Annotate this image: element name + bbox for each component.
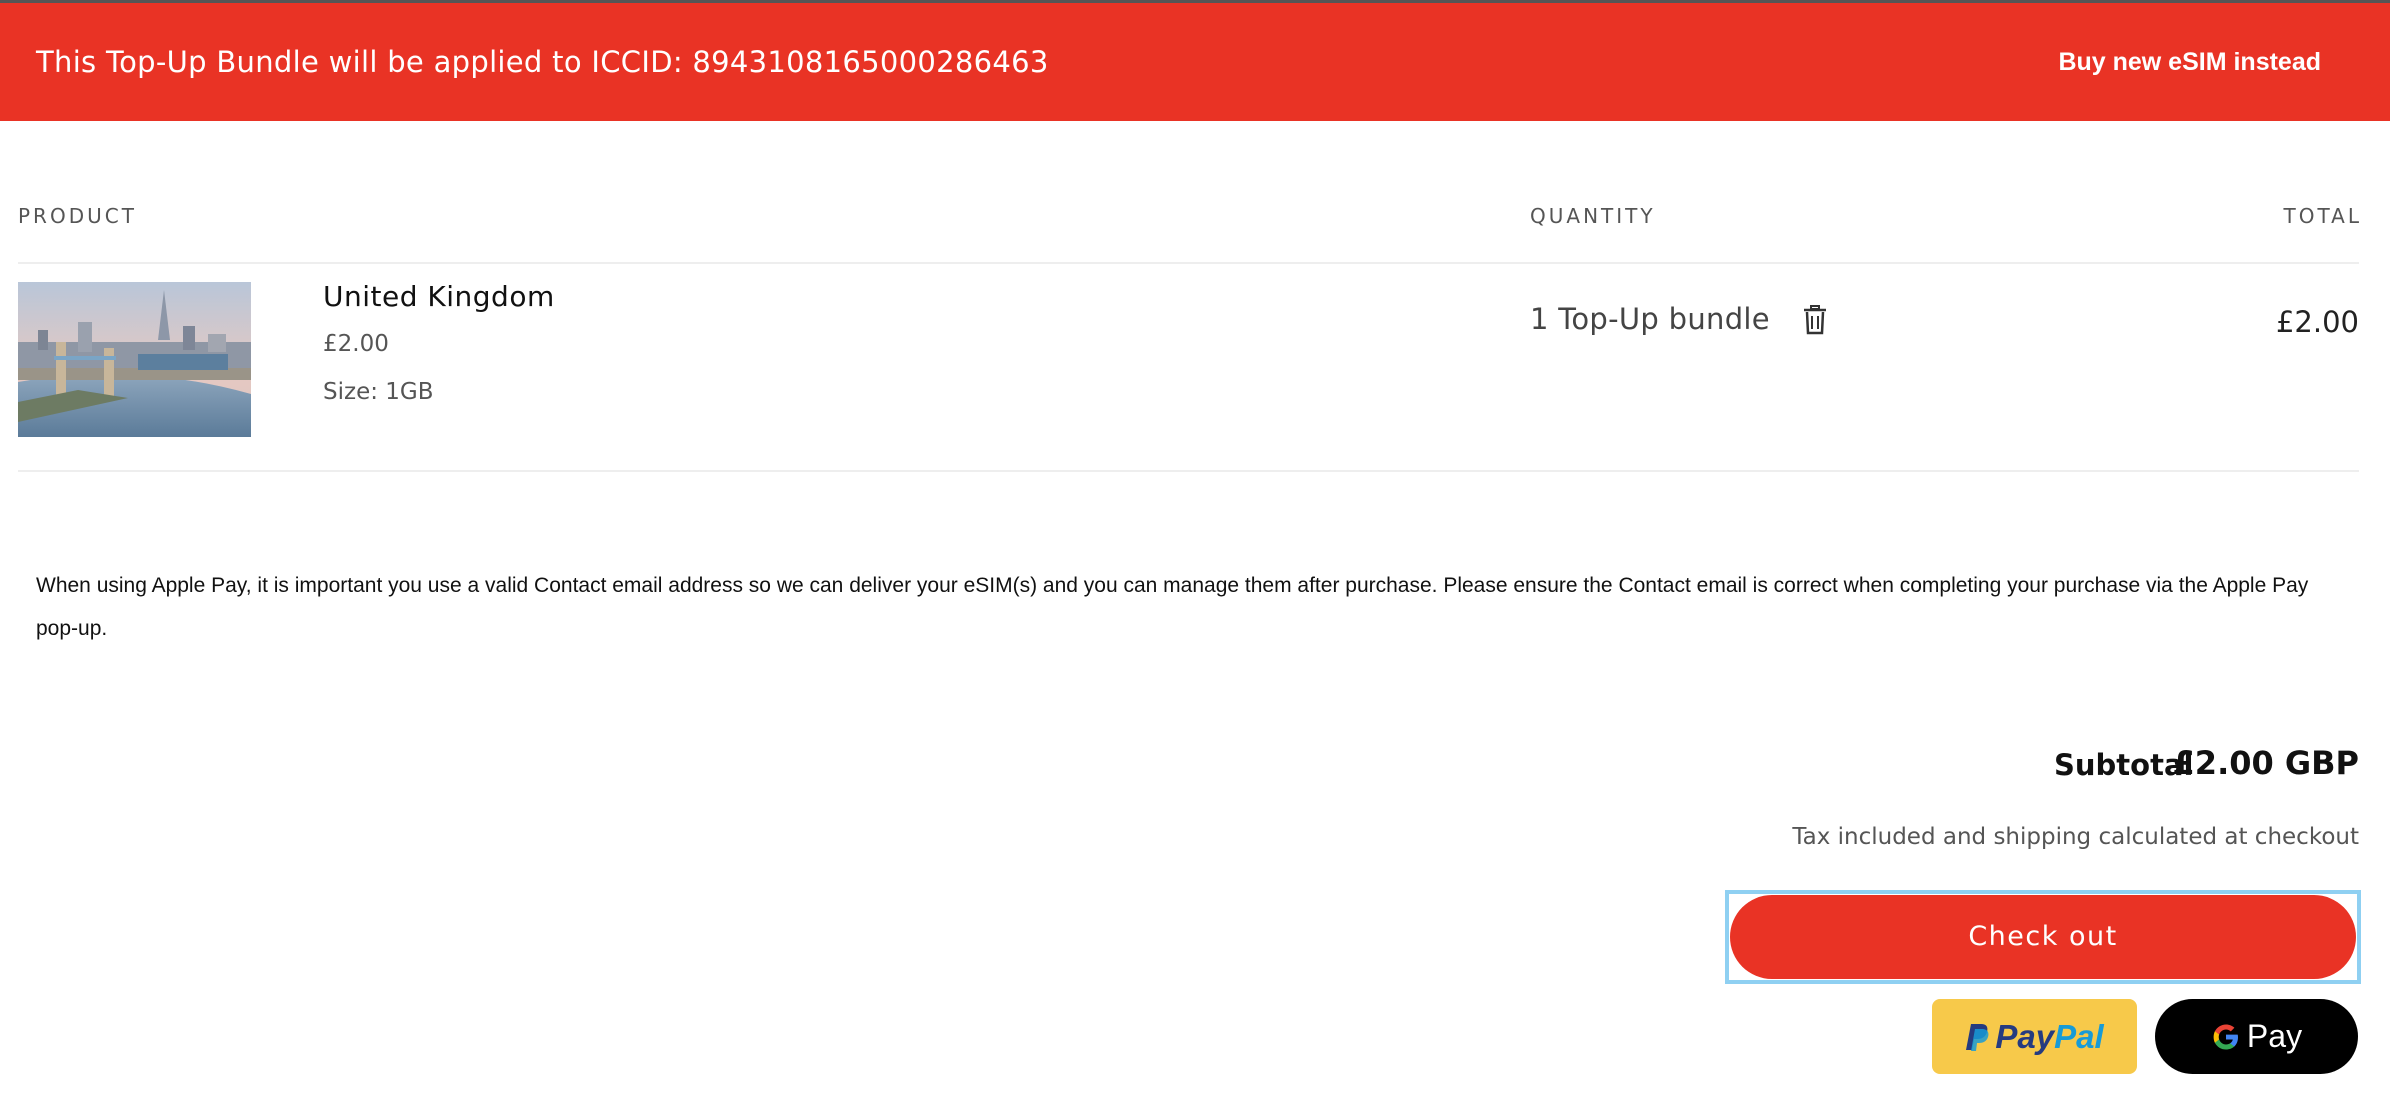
topup-banner: This Top-Up Bundle will be applied to IC… bbox=[0, 3, 2390, 121]
tax-note: Tax included and shipping calculated at … bbox=[1792, 824, 2359, 850]
column-header-product: PRODUCT bbox=[18, 204, 137, 228]
paypal-word-part2: Pal bbox=[2054, 1017, 2104, 1055]
items-divider bbox=[18, 470, 2359, 472]
product-title[interactable]: United Kingdom bbox=[323, 280, 555, 313]
google-pay-label: Pay bbox=[2246, 1018, 2303, 1054]
buy-new-esim-link[interactable]: Buy new eSIM instead bbox=[2058, 3, 2321, 121]
paypal-word-part1: Pay bbox=[1995, 1017, 2055, 1055]
trash-icon bbox=[1804, 305, 1826, 335]
subtotal-value: £2.00 GBP bbox=[2172, 744, 2359, 782]
paypal-icon bbox=[1966, 1023, 1989, 1051]
paypal-button[interactable]: Pay Pal bbox=[1932, 999, 2137, 1074]
product-price: £2.00 bbox=[323, 331, 389, 357]
column-header-total: TOTAL bbox=[2283, 204, 2362, 228]
remove-item-button[interactable] bbox=[1802, 305, 1828, 335]
header-divider bbox=[18, 262, 2359, 264]
checkout-button[interactable]: Check out bbox=[1730, 895, 2356, 979]
apple-pay-notice: When using Apple Pay, it is important yo… bbox=[36, 574, 2309, 640]
google-pay-button[interactable]: Pay bbox=[2155, 999, 2358, 1074]
column-header-quantity: QUANTITY bbox=[1530, 204, 1656, 228]
product-size: Size: 1GB bbox=[323, 379, 434, 405]
line-total: £2.00 bbox=[2275, 305, 2359, 339]
banner-message: This Top-Up Bundle will be applied to IC… bbox=[36, 45, 1049, 79]
google-g-icon bbox=[2213, 1024, 2238, 1049]
product-image[interactable] bbox=[18, 282, 251, 437]
quantity-value: 1 Top-Up bundle bbox=[1530, 302, 1770, 336]
london-tower-bridge-photo-icon bbox=[18, 282, 251, 437]
